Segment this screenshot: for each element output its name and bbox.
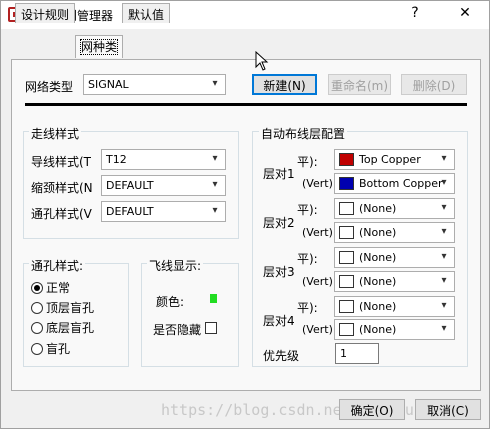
chevron-down-icon: ▾ xyxy=(212,179,218,190)
layer-pair-1-horizontal-label: 平): xyxy=(297,155,318,169)
layer-color-swatch xyxy=(339,226,354,239)
layer-pair-4-horizontal-label: 平): xyxy=(297,301,318,315)
net-class-select[interactable]: SIGNAL ▾ xyxy=(83,74,226,95)
layer-pair-3-label: 层对3 xyxy=(263,265,295,279)
priority-input[interactable]: 1 xyxy=(335,343,379,364)
layer-pair-4-horizontal-select[interactable]: (None) ▾ xyxy=(334,296,455,317)
ratsnest-hide-checkbox[interactable] xyxy=(205,322,217,334)
layer-pair-2-vertical-label: (Vert): xyxy=(302,226,337,239)
layer-pair-1-vertical-label: (Vert): xyxy=(302,177,337,190)
layer-pair-3-vertical-select[interactable]: (None) ▾ xyxy=(334,271,455,292)
layer-color-swatch xyxy=(339,153,354,166)
layer-pair-4-vertical-label: (Vert): xyxy=(302,323,337,336)
wire-style-label: 导线样式(T xyxy=(31,155,92,169)
trace-style-title: 走线样式 xyxy=(29,125,82,142)
chevron-down-icon: ▾ xyxy=(441,275,447,286)
radio-bottom-blind[interactable]: 底层盲孔 xyxy=(31,319,94,336)
chevron-down-icon: ▾ xyxy=(441,202,447,213)
ratsnest-color-label: 颜色: xyxy=(156,295,185,309)
ok-button[interactable]: 确定(O) xyxy=(339,399,405,420)
layer-color-swatch xyxy=(339,202,354,215)
separator-line xyxy=(25,103,467,106)
chevron-down-icon: ▾ xyxy=(212,78,218,89)
layer-pair-1-horizontal-select[interactable]: Top Copper ▾ xyxy=(334,149,455,170)
chevron-down-icon: ▾ xyxy=(212,153,218,164)
chevron-down-icon: ▾ xyxy=(441,251,447,262)
priority-label: 优先级 xyxy=(263,349,300,363)
ratsnest-group xyxy=(141,263,239,367)
ratsnest-color-swatch[interactable] xyxy=(210,294,217,303)
radio-normal[interactable]: 正常 xyxy=(31,279,70,296)
ratsnest-hide-label: 是否隐藏 xyxy=(153,323,202,337)
radio-unchecked-icon xyxy=(31,302,43,314)
layer-color-swatch xyxy=(339,275,354,288)
chevron-down-icon: ▾ xyxy=(441,226,447,237)
new-button[interactable]: 新建(N) xyxy=(252,74,317,95)
chevron-down-icon: ▾ xyxy=(441,177,447,188)
layer-pair-1-label: 层对1 xyxy=(263,167,295,181)
mouse-cursor-icon xyxy=(255,51,269,71)
help-button[interactable]: ? xyxy=(405,5,425,21)
layer-pair-1-vertical-select[interactable]: Bottom Copper ▾ xyxy=(334,173,455,194)
chevron-down-icon: ▾ xyxy=(441,153,447,164)
layer-pair-2-horizontal-select[interactable]: (None) ▾ xyxy=(334,198,455,219)
delete-button[interactable]: 删除(D) xyxy=(401,74,467,95)
autoroute-title: 自动布线层配置 xyxy=(259,125,348,142)
neck-style-label: 缩颈样式(N xyxy=(31,181,93,195)
layer-pair-3-horizontal-select[interactable]: (None) ▾ xyxy=(334,247,455,268)
chevron-down-icon: ▾ xyxy=(212,205,218,216)
net-class-label: 网络类型 xyxy=(25,80,74,94)
radio-unchecked-icon xyxy=(31,322,43,334)
chevron-down-icon: ▾ xyxy=(441,323,447,334)
radio-unchecked-icon xyxy=(31,343,43,355)
via-style-select[interactable]: DEFAULT ▾ xyxy=(101,201,226,222)
ratsnest-title: 飞线显示: xyxy=(147,257,204,274)
radio-blind[interactable]: 盲孔 xyxy=(31,340,70,357)
layer-color-swatch xyxy=(339,323,354,336)
design-rules-dialog: 设计规则管理器 ? ✕ 设计规则 网种类 默认值 网络类型 SIGNAL ▾ 新… xyxy=(0,0,490,429)
chevron-down-icon: ▾ xyxy=(441,300,447,311)
layer-pair-3-horizontal-label: 平): xyxy=(297,252,318,266)
wire-style-select[interactable]: T12 ▾ xyxy=(101,149,226,170)
layer-pair-3-vertical-label: (Vert): xyxy=(302,275,337,288)
layer-color-swatch xyxy=(339,251,354,264)
layer-pair-4-label: 层对4 xyxy=(263,314,295,328)
layer-pair-2-label: 层对2 xyxy=(263,216,295,230)
via-style-title: 通孔样式: xyxy=(29,257,86,274)
layer-color-swatch xyxy=(339,177,354,190)
radio-checked-icon xyxy=(31,282,43,294)
radio-top-blind[interactable]: 顶层盲孔 xyxy=(31,299,94,316)
rename-button[interactable]: 重命名(m) xyxy=(328,74,391,95)
layer-pair-2-vertical-select[interactable]: (None) ▾ xyxy=(334,222,455,243)
layer-pair-2-horizontal-label: 平): xyxy=(297,203,318,217)
cancel-button[interactable]: 取消(C) xyxy=(415,399,481,420)
tab-defaults[interactable]: 默认值 xyxy=(122,3,171,23)
neck-style-select[interactable]: DEFAULT ▾ xyxy=(101,175,226,196)
tab-net-class[interactable]: 网种类 xyxy=(75,35,124,58)
layer-pair-4-vertical-select[interactable]: (None) ▾ xyxy=(334,319,455,340)
close-button[interactable]: ✕ xyxy=(455,5,475,21)
layer-color-swatch xyxy=(339,300,354,313)
via-style-label: 通孔样式(V xyxy=(31,207,92,221)
tab-design-rules[interactable]: 设计规则 xyxy=(15,3,76,23)
